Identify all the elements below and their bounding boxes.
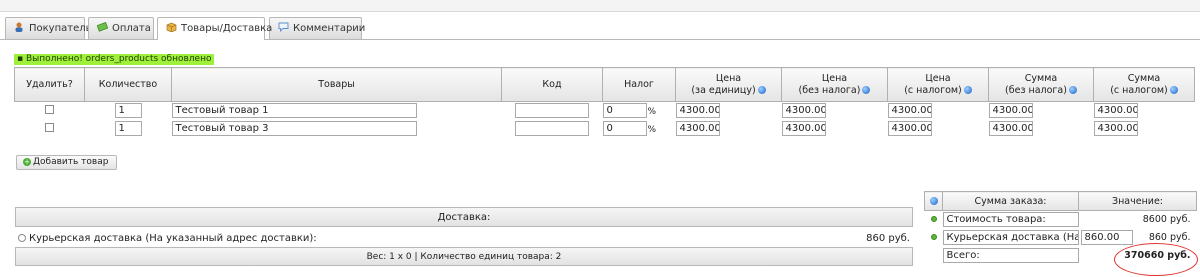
tax-unit: % [647,124,657,135]
tab-products-shipping-label: Товары/Доставка [181,23,273,34]
info-icon[interactable] [1169,85,1178,94]
summary-label-input[interactable]: Курьерская доставка (На [942,230,1079,245]
add-product-label: Добавить товар [33,157,109,167]
status-message: ▪ Выполнено! orders_products обновлено [14,54,215,65]
status-message-text: Выполнено! orders_products обновлено [25,54,212,64]
shipping-option-label: Курьерская доставка (На указанный адрес … [29,233,317,244]
status-dot-icon [930,234,937,240]
tab-comments-label: Комментарии [293,23,366,34]
top-bar [0,0,1200,12]
tab-payment[interactable]: Оплата [88,17,154,39]
col-sum-gross-title: Сумма [1127,72,1161,84]
col-sum-net-sub: (без налога) [1005,84,1067,96]
info-icon[interactable] [862,85,871,94]
price-net-input[interactable]: 4300.00 [781,121,826,136]
delete-checkbox[interactable] [45,122,54,132]
col-sum-gross: Сумма (с налогом) [1093,67,1195,102]
status-dot-icon [930,216,937,223]
col-price-net-title: Цена [821,72,848,84]
summary-value: 8600 руб. [1142,214,1191,225]
col-price-net: Цена (без налога) [781,67,888,102]
col-price-unit-sub: (за единицу) [691,84,756,96]
highlight-circle [1114,243,1198,276]
sum-net-input[interactable]: 4300.00 [988,103,1033,119]
table-row: 1 Тестовый товар 3 0% 4300.00 4300.00 43… [15,120,1195,138]
shipping-option[interactable]: Курьерская доставка (На указанный адрес … [18,233,914,245]
tax-input[interactable]: 0 [602,103,647,119]
sum-gross-input[interactable]: 4300.00 [1093,103,1138,119]
tab-products-shipping[interactable]: Товары/Доставка [157,17,272,40]
summary-value: 860 руб. [1148,231,1191,243]
col-product: Товары [171,67,502,102]
summary-col-value: Значение: [1078,191,1197,211]
total-label-input[interactable]: Всего: [942,248,1079,263]
qty-input[interactable]: 1 [114,103,142,119]
sum-gross-input[interactable]: 4300.00 [1093,121,1138,136]
info-icon[interactable] [1068,85,1077,94]
sum-net-input[interactable]: 4300.00 [988,121,1033,136]
shipping-option-price: 860 руб. [866,233,910,244]
box-icon [166,22,177,33]
col-sum-net-title: Сумма [1024,72,1058,84]
weight-info: Вес: 1 x 0 | Количество единиц товара: 2 [15,247,913,266]
summary-row: Стоимость товара: 8600 руб. [925,211,1197,229]
col-code: Код [501,67,603,102]
col-delete: Удалить? [14,67,85,102]
col-sum-gross-sub: (с налогом) [1110,84,1168,96]
summary-col-title: Сумма заказа: [942,191,1079,211]
table-row: 1 Тестовый товар 1 0% 4300.00 4300.00 43… [15,102,1195,120]
product-name-input[interactable]: Тестовый товар 3 [171,121,417,136]
comment-icon [278,22,289,33]
money-icon [96,21,109,32]
info-icon[interactable] [963,85,972,94]
tax-input[interactable]: 0 [602,121,647,136]
tab-payment-label: Оплата [112,23,151,34]
summary-info-col [924,191,943,211]
col-price-unit: Цена (за единицу) [675,67,782,102]
price-unit-input[interactable]: 4300.00 [675,121,720,136]
price-unit-input[interactable]: 4300.00 [675,103,720,119]
code-input[interactable] [515,103,589,119]
price-net-input[interactable]: 4300.00 [781,103,826,119]
col-tax: Налог [602,67,676,102]
delete-checkbox[interactable] [45,104,54,114]
col-qty: Количество [84,67,172,102]
shipping-radio[interactable] [18,234,26,242]
summary-label-input[interactable]: Стоимость товара: [942,212,1079,228]
col-price-gross: Цена (с налогом) [887,67,989,102]
code-input[interactable] [515,121,589,136]
tax-unit: % [647,106,657,117]
shipping-header: Доставка: [15,207,913,227]
col-price-gross-title: Цена [925,72,951,84]
products-table: Удалить? Количество Товары Код Налог Цен… [14,67,1195,138]
add-product-button[interactable]: + Добавить товар [16,155,118,170]
price-gross-input[interactable]: 4300.00 [887,121,932,136]
summary-amount-input[interactable]: 860.00 [1080,230,1133,245]
tab-customer[interactable]: Покупатель [5,17,92,39]
col-price-unit-title: Цена [715,72,742,84]
col-sum-net: Сумма (без налога) [988,67,1094,102]
price-gross-input[interactable]: 4300.00 [887,103,932,119]
col-price-net-sub: (без налога) [798,84,861,96]
tab-customer-label: Покупатель [29,23,92,34]
col-price-gross-sub: (с налогом) [904,84,962,96]
user-icon [14,22,25,32]
info-icon[interactable] [757,85,766,94]
tab-comments[interactable]: Комментарии [269,17,366,39]
qty-input[interactable]: 1 [114,121,142,136]
product-name-input[interactable]: Тестовый товар 1 [171,103,417,119]
plus-icon: + [23,158,31,166]
summary-header-row: Сумма заказа: Значение: [924,191,1197,211]
info-icon[interactable] [929,196,938,205]
table-header-row: Удалить? Количество Товары Код Налог Цен… [14,67,1195,102]
